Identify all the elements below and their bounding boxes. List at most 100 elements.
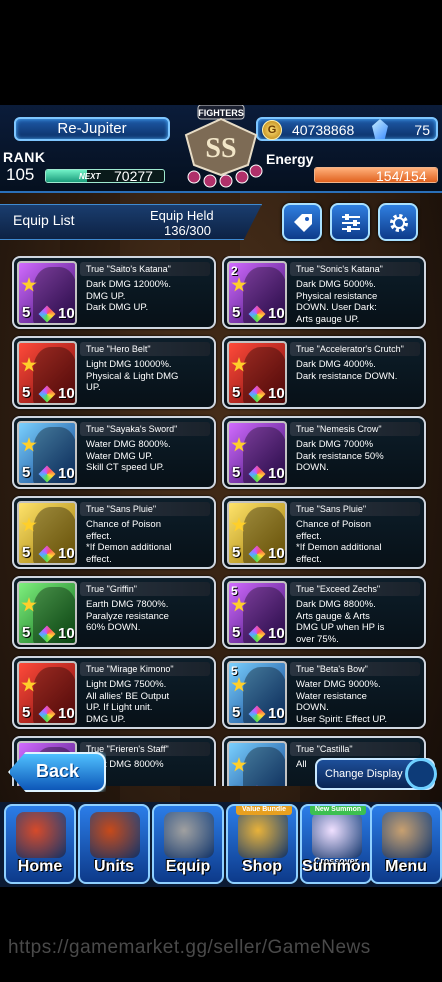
refresh-icon	[405, 758, 437, 790]
equip-corner-badge: 5	[231, 584, 238, 598]
nav-equip[interactable]: Equip	[152, 804, 224, 884]
equip-level: 5	[232, 784, 240, 786]
equip-card[interactable]: 5 5 10 True "Beta's Bow" Water DMG 9000%. Wa…	[222, 656, 426, 729]
equip-thumbnail: 5 10	[227, 421, 287, 485]
equip-thumbnail: 5 5 10	[227, 581, 287, 645]
equip-thumbnail: 5 10	[17, 501, 77, 565]
equip-name: True "Exceed Zechs"	[290, 582, 420, 596]
equip-name: True "Beta's Bow"	[290, 662, 420, 676]
change-display-label: Change Display	[325, 768, 403, 780]
equip-thumbnail: 5 5 10	[227, 661, 287, 725]
settings-button[interactable]	[378, 203, 418, 241]
nav-summon[interactable]: New Summon Crossover Summon	[300, 804, 372, 884]
equip-name: True "Griffin"	[80, 582, 210, 596]
equip-thumbnail: 5 10	[17, 261, 77, 325]
rank-label: RANK	[3, 149, 46, 165]
next-label: NEXT	[79, 172, 101, 181]
equip-card[interactable]: 5 10 True "Accelerator's Crutch" Dark DMG 4…	[222, 336, 426, 409]
logo-mark: SS	[205, 133, 236, 164]
shop-icon	[238, 812, 288, 858]
equip-name: True "Hero Belt"	[80, 342, 210, 356]
equip-name: True "Castilla"	[290, 742, 420, 756]
equip-level: 5	[22, 464, 31, 481]
equip-plus: 10	[58, 625, 75, 642]
equip-level: 5	[232, 704, 241, 721]
menu-icon	[382, 812, 432, 858]
units-icon	[90, 812, 140, 858]
equip-card[interactable]: 5 5 10 True "Exceed Zechs" Dark DMG 8800%. A…	[222, 576, 426, 649]
equip-name: True "Sayaka's Sword"	[80, 422, 210, 436]
equip-list-title: Equip List	[13, 212, 75, 228]
equip-thumbnail: 5 10	[17, 421, 77, 485]
equip-card[interactable]: 5 10 True "Sans Pluie" Chance of Poison eff…	[222, 496, 426, 569]
equip-plus: 10	[58, 305, 75, 322]
equip-plus: 10	[268, 385, 285, 402]
equip-plus: 10	[268, 705, 285, 722]
sort-settings-button[interactable]	[330, 203, 370, 241]
equip-level: 5	[232, 384, 241, 401]
tag-icon	[294, 214, 312, 232]
equip-card[interactable]: 5 10 True "Mirage Kimono" Light DMG 7500%. …	[12, 656, 216, 729]
equip-name: True "Accelerator's Crutch"	[290, 342, 420, 356]
nav-label: Menu	[385, 858, 427, 875]
equip-level: 5	[22, 304, 31, 321]
nav-tag: Value Bundle	[236, 806, 292, 815]
tag-filter-button[interactable]	[282, 203, 322, 241]
fighters-ss-logo: FIGHTERS SS	[184, 105, 263, 188]
equip-plus: 10	[268, 545, 285, 562]
equip-level: 5	[22, 704, 31, 721]
nav-label: Units	[94, 858, 134, 875]
equip-thumbnail: 5 10	[17, 341, 77, 405]
equip-card[interactable]: 5 10 True "Nemesis Crow" Dark DMG 7000% Dar…	[222, 416, 426, 489]
watermark: https://gamemarket.gg/seller/GameNews	[8, 937, 371, 958]
equip-description: Dark DMG 5000%. Physical resistance DOWN…	[296, 279, 378, 325]
equip-held-value: 136/300	[164, 223, 211, 238]
equip-description: Dark DMG 4000%. Dark resistance DOWN.	[296, 359, 398, 382]
equip-description: Water DMG 9000%. Water resistance DOWN. …	[296, 679, 387, 725]
equip-level: 5	[22, 384, 31, 401]
equip-card[interactable]: 5 10 True "Saito's Katana" Dark DMG 12000%.…	[12, 256, 216, 329]
equip-name: True "Sonic's Katana"	[290, 262, 420, 276]
equip-card[interactable]: 2 5 10 True "Sonic's Katana" Dark DMG 5000%.…	[222, 256, 426, 329]
equip-card[interactable]: 5 10 True "Griffin" Earth DMG 7800%. Paraly…	[12, 576, 216, 649]
nav-label: Home	[17, 858, 63, 875]
nav-tag: New Summon	[310, 806, 366, 815]
equip-level: 5	[22, 544, 31, 561]
crystal-amount: 75	[414, 122, 430, 138]
home-icon	[16, 812, 66, 858]
back-button[interactable]: Back	[8, 752, 106, 792]
equip-plus: 10	[268, 465, 285, 482]
equip-card[interactable]: 5 10 True "Hero Belt" Light DMG 10000%. Phy…	[12, 336, 216, 409]
equip-plus: 10	[58, 465, 75, 482]
logo-text: FIGHTERS	[198, 108, 244, 118]
equip-description: Chance of Poison effect. *If Demon addit…	[296, 519, 382, 565]
gear-icon	[390, 214, 408, 232]
equip-name: True "Sans Pluie"	[80, 502, 210, 516]
equip-level: 5	[232, 624, 241, 641]
equip-description: Dark DMG 8800%. Arts gauge & Arts DMG UP…	[296, 599, 385, 645]
nav-units[interactable]: Units	[78, 804, 150, 884]
equip-plus: 10	[58, 545, 75, 562]
equip-card[interactable]: 5 10 True "Sayaka's Sword" Water DMG 8000%.…	[12, 416, 216, 489]
equip-corner-badge: 2	[231, 264, 238, 278]
equip-plus: 10	[268, 785, 285, 786]
equip-description: Dark DMG 12000%. DMG UP. Dark DMG UP.	[86, 279, 172, 313]
equip-thumbnail: 5 10	[227, 341, 287, 405]
equip-description: Chance of Poison effect. *If Demon addit…	[86, 519, 172, 565]
bottom-nav: Home Units Equip Value Bundle Shop New Summon…	[0, 802, 442, 887]
equip-grid: 5 10 True "Saito's Katana" Dark DMG 12000%.…	[0, 256, 442, 786]
change-display-button[interactable]: Change Display	[315, 758, 437, 790]
currency-plate[interactable]: G 40738868 75	[256, 117, 438, 141]
nav-home[interactable]: Home	[4, 804, 76, 884]
equip-plus: 10	[268, 305, 285, 322]
equip-description: Water DMG 8000%. Water DMG UP. Skill CT …	[86, 439, 171, 473]
nav-menu[interactable]: Menu	[370, 804, 442, 884]
player-name[interactable]: Re-Jupiter	[14, 117, 170, 141]
equip-icon	[164, 812, 214, 858]
energy-label: Energy	[266, 151, 314, 167]
crystal-icon	[372, 119, 388, 139]
equip-name: True "Saito's Katana"	[80, 262, 210, 276]
equip-card[interactable]: 5 10 True "Sans Pluie" Chance of Poison eff…	[12, 496, 216, 569]
nav-shop[interactable]: Value Bundle Shop	[226, 804, 298, 884]
equip-thumbnail: 5 10	[227, 741, 287, 786]
